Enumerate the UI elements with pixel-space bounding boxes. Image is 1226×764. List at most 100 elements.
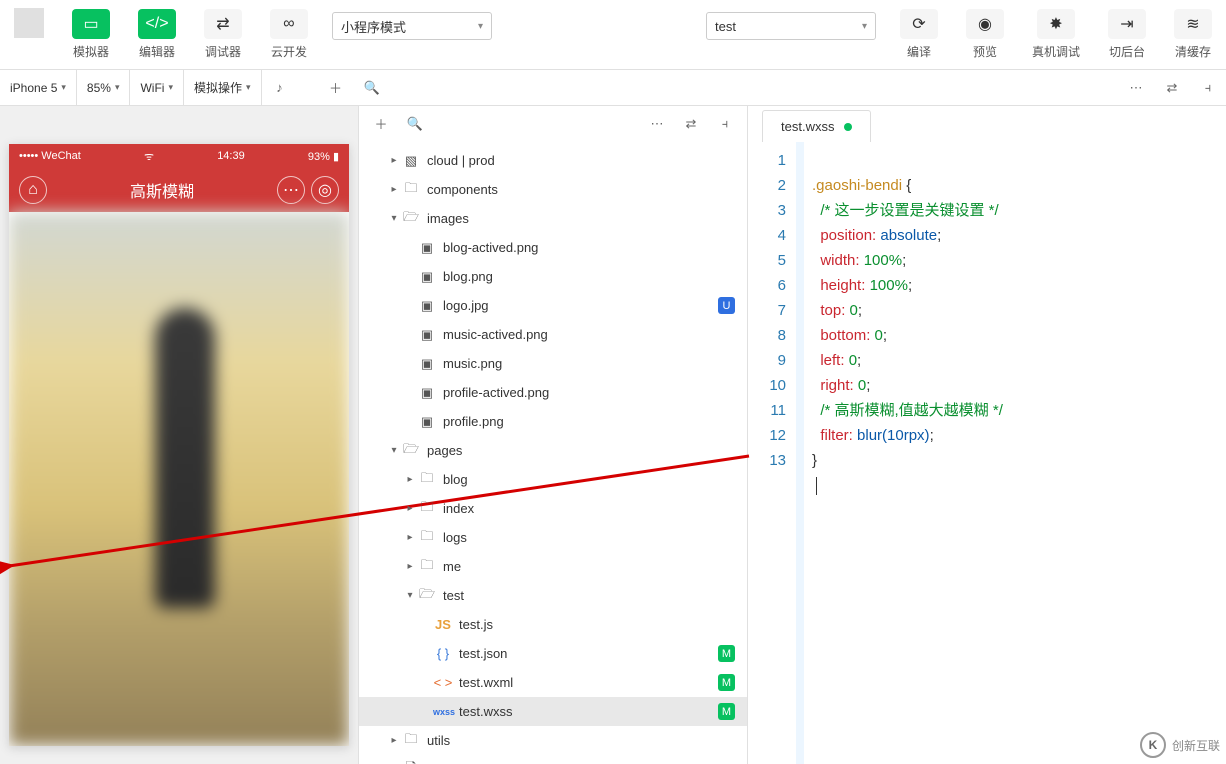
phone-icon: ▭ (72, 9, 110, 39)
code-content[interactable]: .gaoshi-bendi { /* 这一步设置是关键设置 */ positio… (804, 142, 1003, 764)
network-select[interactable]: WiFi▾ (130, 70, 184, 106)
home-icon[interactable]: ⌂ (19, 176, 47, 204)
folder-logs[interactable]: ▸🗀logs (359, 523, 747, 552)
cloud-button[interactable]: ∞ 云开发 (256, 0, 322, 69)
file-wxml[interactable]: < >test.wxmlM (359, 668, 747, 697)
tab-test-wxss[interactable]: test.wxss (762, 110, 871, 142)
folder-open-icon: 🗁 (417, 585, 437, 607)
top-toolbar: ▭ 模拟器 </> 编辑器 ⇄ 调试器 ∞ 云开发 小程序模式 ▾ test ▾… (0, 0, 1226, 70)
editor-button[interactable]: </> 编辑器 (124, 0, 190, 69)
image-icon: ▣ (417, 298, 437, 314)
file-wxss[interactable]: wxsstest.wxssM (359, 697, 747, 726)
add-file-icon[interactable]: ＋ (367, 110, 395, 138)
split-icon[interactable]: ⫞ (1190, 70, 1226, 106)
project-select[interactable]: test ▾ (706, 12, 876, 40)
zoom-select[interactable]: 85%▾ (77, 70, 131, 106)
chevron-down-icon: ▾ (168, 82, 173, 93)
file-tree[interactable]: ▸▧cloud | prod ▸🗀components ▾🗁images ▣bl… (359, 142, 747, 764)
image-icon: ▣ (417, 356, 437, 372)
wifi-icon: ᯤ (144, 149, 154, 164)
folder-icon: ▧ (401, 153, 421, 169)
image-icon: ▣ (417, 385, 437, 401)
folder-index[interactable]: ▸🗀index (359, 494, 747, 523)
real-debug-button[interactable]: ✸ 真机调试 (1018, 0, 1094, 69)
more-icon[interactable]: ⋯ (1118, 70, 1154, 106)
logo-icon: K (1140, 732, 1166, 758)
settings-icon[interactable]: ⇄ (1154, 70, 1190, 106)
file-image[interactable]: ▣blog-actived.png (359, 233, 747, 262)
mode-label: 小程序模式 (341, 17, 406, 36)
mode-select[interactable]: 小程序模式 ▾ (332, 12, 492, 40)
chevron-down-icon: ▾ (478, 21, 483, 32)
folder-icon: 🗀 (417, 527, 437, 549)
battery-label: 93% ▮ (308, 150, 339, 163)
editor-tabs: test.wxss (748, 106, 1226, 142)
preview-button[interactable]: ◉ 预览 (952, 0, 1018, 69)
tree-toolbar: ＋ 🔍 ⋯ ⇄ ⫞ (359, 106, 747, 142)
chevron-down-icon: ▾ (246, 82, 251, 93)
modified-dot-icon (844, 123, 852, 131)
menu-icon[interactable]: ⋯ (277, 176, 305, 204)
line-gutter: 12345678910111213 (748, 142, 796, 764)
tab-label: test.wxss (781, 119, 834, 134)
image-icon: ▣ (417, 414, 437, 430)
watermark-logo: K 创新互联 (1140, 732, 1220, 758)
code-icon: </> (138, 9, 176, 39)
simulator-button[interactable]: ▭ 模拟器 (58, 0, 124, 69)
page-title: 高斯模糊 (130, 178, 194, 202)
close-icon[interactable]: ◎ (311, 176, 339, 204)
folder-me[interactable]: ▸🗀me (359, 552, 747, 581)
file-image[interactable]: ▣logo.jpgU (359, 291, 747, 320)
folder-utils[interactable]: ▸🗀utils (359, 726, 747, 755)
file-icon: 🗋 (401, 759, 421, 764)
mute-icon[interactable]: ♪ (262, 70, 298, 106)
code-editor[interactable]: 12345678910111213 .gaoshi-bendi { /* 这一步… (748, 142, 1226, 764)
status-badge: M (718, 703, 735, 720)
cloud-icon: ∞ (270, 9, 308, 39)
file-image[interactable]: ▣profile.png (359, 407, 747, 436)
more-icon[interactable]: ⋯ (643, 110, 671, 138)
debugger-button[interactable]: ⇄ 调试器 (190, 0, 256, 69)
file-image[interactable]: ▣profile-actived.png (359, 378, 747, 407)
file-json[interactable]: { }test.jsonM (359, 639, 747, 668)
layout-icon[interactable]: ⫞ (711, 110, 739, 138)
device-select[interactable]: iPhone 5▾ (0, 70, 77, 106)
folder-pages[interactable]: ▾🗁pages (359, 436, 747, 465)
file-image[interactable]: ▣blog.png (359, 262, 747, 291)
search-icon[interactable]: 🔍 (354, 70, 390, 106)
folder-open-icon: 🗁 (401, 208, 421, 230)
folder-images[interactable]: ▾🗁images (359, 204, 747, 233)
editor-pane: test.wxss 12345678910111213 .gaoshi-bend… (748, 106, 1226, 764)
folder-components[interactable]: ▸🗀components (359, 175, 747, 204)
wxml-icon: < > (433, 675, 453, 690)
image-icon: ▣ (417, 327, 437, 343)
add-icon[interactable]: ＋ (318, 70, 354, 106)
folder-blog[interactable]: ▸🗀blog (359, 465, 747, 494)
image-icon: ▣ (417, 240, 437, 256)
bug-icon: ✸ (1037, 9, 1075, 39)
sliders-icon: ⇄ (204, 9, 242, 39)
folder-cloud[interactable]: ▸▧cloud | prod (359, 146, 747, 175)
folder-test[interactable]: ▾🗁test (359, 581, 747, 610)
nav-bar: ⌂ 高斯模糊 ⋯ ◎ (9, 168, 349, 212)
status-badge: M (718, 645, 735, 662)
folder-icon: 🗀 (417, 469, 437, 491)
sim-ops-select[interactable]: 模拟操作▾ (184, 70, 262, 106)
page-content (9, 212, 349, 746)
clear-cache-button[interactable]: ≋ 清缓存 (1160, 0, 1226, 69)
file-image[interactable]: ▣music-actived.png (359, 320, 747, 349)
avatar[interactable] (14, 8, 44, 38)
search-icon[interactable]: 🔍 (401, 110, 429, 138)
chevron-down-icon: ▾ (862, 21, 867, 32)
background-button[interactable]: ⇥ 切后台 (1094, 0, 1160, 69)
collapse-icon[interactable]: ⇄ (677, 110, 705, 138)
folder-icon: 🗀 (417, 556, 437, 578)
folder-icon: 🗀 (417, 498, 437, 520)
wxss-icon: wxss (433, 707, 453, 717)
file-image[interactable]: ▣music.png (359, 349, 747, 378)
file-gitignore[interactable]: 🗋.gitignore (359, 755, 747, 764)
status-badge: U (718, 297, 735, 314)
main-area: ••••• WeChat ᯤ 14:39 93% ▮ ⌂ 高斯模糊 ⋯ ◎ (0, 106, 1226, 764)
file-js[interactable]: JStest.js (359, 610, 747, 639)
compile-button[interactable]: ⟳ 编译 (886, 0, 952, 69)
